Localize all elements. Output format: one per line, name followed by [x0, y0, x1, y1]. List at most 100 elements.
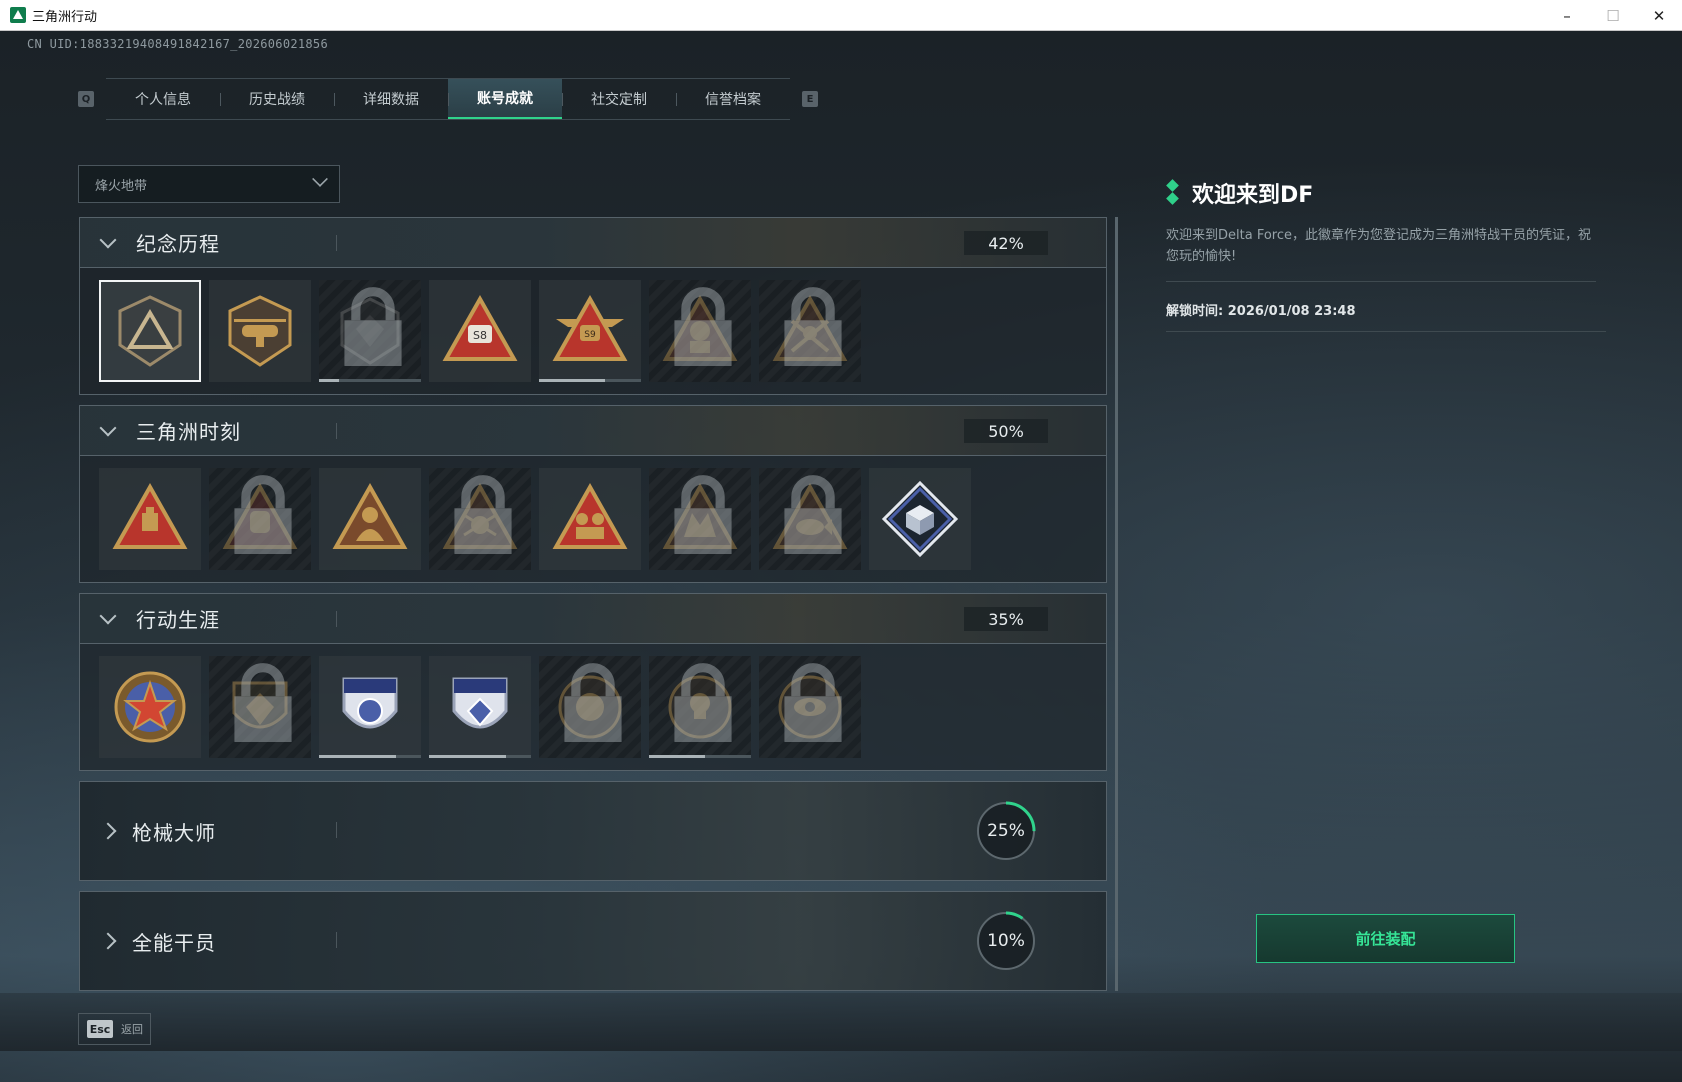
- chevron-down-icon[interactable]: [99, 419, 117, 436]
- badge-progress-fill: [429, 755, 506, 758]
- achievement-section: 枪械大师 25%: [79, 781, 1107, 881]
- s9-winged-icon: S9: [552, 294, 628, 361]
- app-logo-icon: [10, 7, 26, 23]
- chevron-right-icon[interactable]: [99, 932, 117, 950]
- go-equip-button[interactable]: 前往装配: [1256, 914, 1515, 963]
- tab-0[interactable]: 个人信息: [106, 79, 220, 119]
- chevron-down-icon[interactable]: [99, 607, 117, 624]
- badge-detail-description: 欢迎来到Delta Force，此徽章作为您登记成为三角洲特战干员的凭证，祝您玩…: [1166, 225, 1596, 282]
- tab-2[interactable]: 详细数据: [334, 79, 448, 119]
- eye-round-badge[interactable]: [759, 656, 861, 758]
- section-header[interactable]: 行动生涯 35%: [80, 594, 1106, 644]
- tab-5[interactable]: 信誉档案: [676, 79, 790, 119]
- section-header[interactable]: 三角洲时刻 50%: [80, 406, 1106, 456]
- badge-progress-bar: [539, 379, 641, 382]
- achievement-section: 纪念历程 42% S8 S9: [79, 217, 1107, 395]
- fish-triangle-badge[interactable]: [759, 468, 861, 570]
- hex-emblem-badge[interactable]: [319, 280, 421, 382]
- header-divider: [336, 932, 337, 948]
- player-uid: CN UID:188332194084918421​67_20260602185…: [27, 37, 328, 51]
- diamond-icon: [1166, 179, 1180, 207]
- header-divider: [336, 822, 337, 838]
- section-header[interactable]: 纪念历程 42%: [80, 218, 1106, 268]
- minimize-button[interactable]: –: [1544, 0, 1590, 31]
- cube-diamond-badge[interactable]: [869, 468, 971, 570]
- section-header[interactable]: 全能干员 10%: [80, 892, 1106, 990]
- helicopter-icon: [228, 295, 292, 367]
- badge-detail-panel: 欢迎来到DF 欢迎来到Delta Force，此徽章作为您登记成为三角洲特战干员…: [1166, 177, 1606, 332]
- svg-text:S9: S9: [584, 330, 596, 340]
- badge-progress-fill: [319, 379, 340, 382]
- mode-filter-dropdown[interactable]: 烽火地带: [78, 165, 340, 203]
- star-medal-badge[interactable]: [99, 656, 201, 758]
- blue-shield-badge[interactable]: [319, 656, 421, 758]
- badge-row: S8 S9: [80, 268, 1106, 394]
- star-medal-icon: [114, 671, 186, 743]
- header-divider: [336, 235, 337, 251]
- profile-tabs: Q 个人信息 历史战绩 详细数据 账号成就 社交定制 信誉档案 E: [78, 77, 818, 121]
- squad-triangle-icon: [552, 482, 628, 549]
- tab-4[interactable]: 社交定制: [562, 79, 676, 119]
- lock-icon: [454, 475, 512, 554]
- flag-triangle-badge[interactable]: [99, 468, 201, 570]
- lock-icon: [344, 287, 402, 366]
- chevron-right-icon[interactable]: [99, 822, 117, 840]
- s9-winged-badge[interactable]: S9: [539, 280, 641, 382]
- beast-triangle-badge[interactable]: [649, 468, 751, 570]
- list-scrollbar[interactable]: [1115, 217, 1118, 991]
- window-titlebar: 三角洲行动 – ☐ ✕: [0, 0, 1682, 31]
- s8-triangle-badge[interactable]: S8: [429, 280, 531, 382]
- maximize-button[interactable]: ☐: [1590, 0, 1636, 31]
- badge-progress-fill: [649, 755, 706, 758]
- squad-triangle-badge[interactable]: [539, 468, 641, 570]
- chevron-down-icon: [312, 171, 328, 187]
- esc-key-hint: Esc: [87, 1020, 113, 1038]
- chevron-down-icon[interactable]: [99, 231, 117, 248]
- badge-progress-bar: [319, 755, 421, 758]
- badge-progress-bar: [429, 755, 531, 758]
- badge-detail-title-row: 欢迎来到DF: [1166, 177, 1606, 209]
- badge-progress-fill: [539, 379, 606, 382]
- badge-row: [80, 456, 1106, 582]
- skull-round-badge[interactable]: [649, 656, 751, 758]
- mask-triangle-badge[interactable]: [209, 468, 311, 570]
- achievement-section: 行动生涯 35%: [79, 593, 1107, 771]
- achievement-section: 三角洲时刻 50%: [79, 405, 1107, 583]
- close-button[interactable]: ✕: [1636, 0, 1682, 31]
- prev-tab-key-hint[interactable]: Q: [78, 91, 94, 107]
- blue-crest-badge[interactable]: [429, 656, 531, 758]
- game-screen: CN UID:188332194084918421​67_20260602185…: [0, 31, 1682, 1082]
- badge-progress-fill: [319, 755, 396, 758]
- round-seal-badge[interactable]: [539, 656, 641, 758]
- spider-triangle-badge[interactable]: [429, 468, 531, 570]
- lock-icon: [674, 663, 732, 742]
- next-tab-key-hint[interactable]: E: [802, 91, 818, 107]
- section-title: 行动生涯: [136, 608, 220, 632]
- lock-icon: [234, 475, 292, 554]
- badge-progress-bar: [319, 379, 421, 382]
- back-label: 返回: [121, 1023, 143, 1036]
- section-header[interactable]: 枪械大师 25%: [80, 782, 1106, 880]
- section-percent: 42%: [964, 231, 1048, 255]
- section-percent: 50%: [964, 419, 1048, 443]
- hooded-figure-badge[interactable]: [319, 468, 421, 570]
- helicopter-badge[interactable]: [209, 280, 311, 382]
- eagle-shield-badge[interactable]: [209, 656, 311, 758]
- tab-3[interactable]: 账号成就: [448, 79, 562, 119]
- s8-triangle-icon: S8: [442, 294, 518, 361]
- achievement-list: 纪念历程 42% S8 S9 三角洲时刻 50% 行动生涯 35% 枪械大师 25% 全能干员 1…: [79, 217, 1107, 1001]
- lock-icon: [674, 475, 732, 554]
- badge-detail-title: 欢迎来到DF: [1192, 183, 1314, 208]
- lock-icon: [234, 663, 292, 742]
- crossed-rifles-badge[interactable]: [759, 280, 861, 382]
- tab-1[interactable]: 历史战绩: [220, 79, 334, 119]
- section-percent: 10%: [987, 931, 1025, 951]
- badge-unlock-time: 解锁时间: 2026/01/08 23:48: [1166, 300, 1606, 332]
- section-title: 三角洲时刻: [136, 420, 241, 444]
- flag-triangle-icon: [112, 482, 188, 549]
- header-divider: [336, 423, 337, 439]
- back-button[interactable]: Esc 返回: [78, 1013, 151, 1045]
- window-controls: – ☐ ✕: [1544, 0, 1682, 31]
- soldier-triangle-badge[interactable]: [649, 280, 751, 382]
- triangle-shield-badge[interactable]: [99, 280, 201, 382]
